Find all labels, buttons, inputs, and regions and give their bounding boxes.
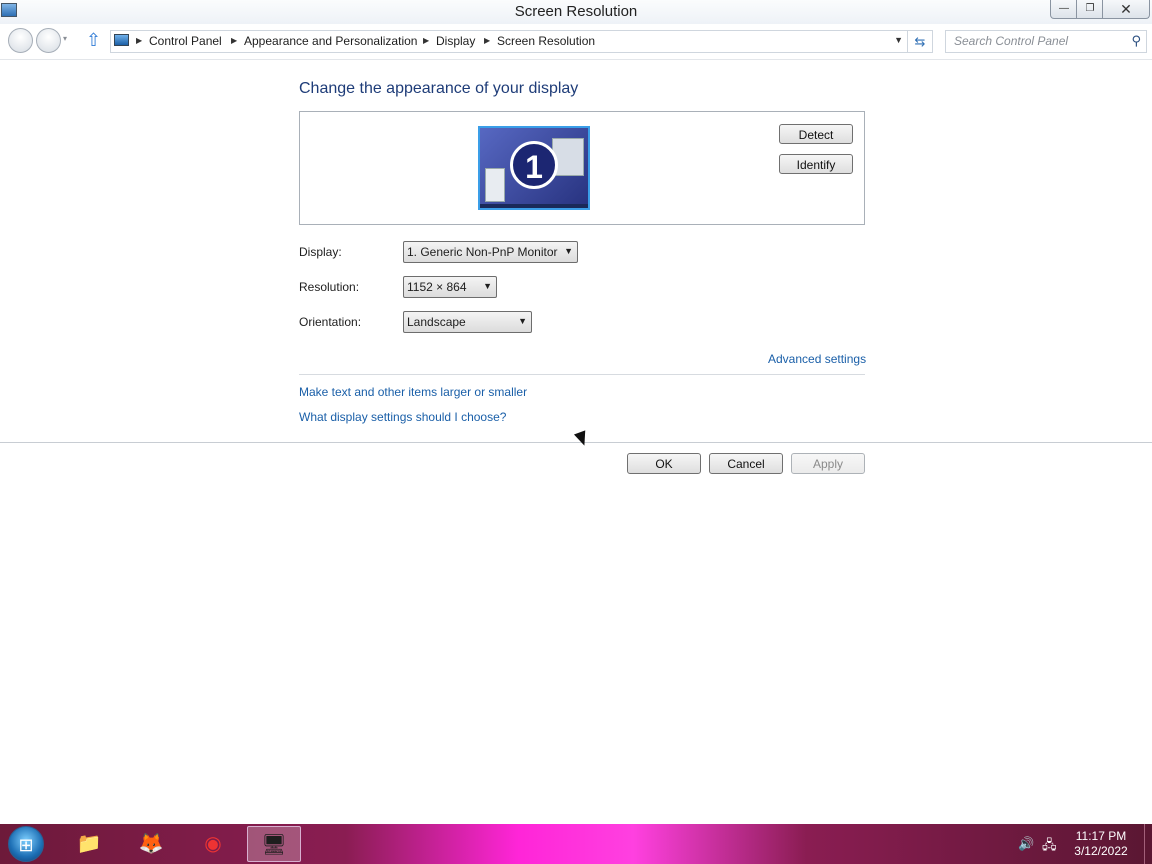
resolution-select[interactable]: 1152 × 864 ▼ [403,276,497,298]
search-input[interactable]: Search Control Panel ⚲ [945,30,1147,53]
file-explorer-icon[interactable]: 📁 [62,826,116,862]
breadcrumb-control-panel[interactable]: Control Panel [149,34,222,48]
forward-button[interactable] [36,28,61,53]
network-icon[interactable]: 🖧 [1042,836,1057,858]
window-preview-icon [485,168,505,202]
page-title: Change the appearance of your display [299,80,579,97]
monitor-number: 1 [510,141,558,189]
volume-icon[interactable]: 🔊 [1018,836,1034,852]
display-select[interactable]: 1. Generic Non-PnP Monitor ▼ [403,241,578,263]
ok-button[interactable]: OK [627,453,701,474]
title-bar: Screen Resolution [0,0,1152,24]
maximize-button[interactable]: ❐ [1076,0,1104,19]
orientation-select-value: Landscape [407,315,466,329]
search-icon[interactable]: ⚲ [1131,33,1141,49]
search-placeholder: Search Control Panel [954,34,1069,48]
text-size-link[interactable]: Make text and other items larger or smal… [299,385,527,399]
system-clock[interactable]: 11:17 PM 3/12/2022 [1064,829,1138,859]
resolution-label: Resolution: [299,280,360,294]
display-label: Display: [299,245,342,259]
display-select-value: 1. Generic Non-PnP Monitor [407,245,558,259]
breadcrumb-separator-icon[interactable]: ▶ [136,36,142,45]
breadcrumb-screen-resolution[interactable]: Screen Resolution [497,34,595,48]
window-title: Screen Resolution [514,3,638,20]
refresh-button[interactable]: ⇆ [907,30,933,53]
control-panel-icon [114,34,129,46]
resolution-select-value: 1152 × 864 [407,280,467,294]
monitor-1-icon[interactable]: 1 [478,126,590,210]
recent-pages-icon[interactable]: ▾ [63,34,67,43]
apply-button[interactable]: Apply [791,453,865,474]
breadcrumb-separator-icon[interactable]: ▶ [231,36,237,45]
chevron-down-icon: ▼ [518,316,527,326]
detect-button[interactable]: Detect [779,124,853,144]
breadcrumb-appearance[interactable]: Appearance and Personalization [244,34,417,48]
display-settings-help-link[interactable]: What display settings should I choose? [299,410,506,424]
divider [299,374,865,375]
chevron-down-icon: ▼ [483,281,492,291]
chevron-down-icon[interactable]: ▼ [894,35,903,45]
monitor-taskbar-icon [480,204,588,208]
breadcrumb-separator-icon[interactable]: ▶ [423,36,429,45]
advanced-settings-link[interactable]: Advanced settings [768,352,866,366]
chrome-icon[interactable]: ◉ [186,826,240,862]
monitor-arrangement-panel: 1 Detect Identify [299,111,865,225]
identify-button[interactable]: Identify [779,154,853,174]
orientation-select[interactable]: Landscape ▼ [403,311,532,333]
clock-date: 3/12/2022 [1074,844,1128,858]
cancel-button[interactable]: Cancel [709,453,783,474]
orientation-label: Orientation: [299,315,362,329]
chevron-down-icon: ▼ [564,246,573,256]
breadcrumb-display[interactable]: Display [436,34,475,48]
show-desktop-button[interactable] [1144,824,1152,864]
firefox-icon[interactable]: 🦊 [124,826,178,862]
address-bar[interactable]: ▶ Control Panel ▶ Appearance and Persona… [110,30,908,53]
close-button[interactable]: ✕ [1102,0,1150,19]
start-button[interactable]: ⊞ [8,826,44,862]
mouse-cursor-icon [573,430,591,448]
up-arrow-icon[interactable]: ⇧ [86,30,101,50]
clock-time: 11:17 PM [1075,829,1127,843]
minimize-button[interactable]: — [1050,0,1078,19]
breadcrumb-separator-icon[interactable]: ▶ [484,36,490,45]
control-panel-taskbar-icon[interactable]: 🖥 [247,826,301,862]
back-button[interactable] [8,28,33,53]
